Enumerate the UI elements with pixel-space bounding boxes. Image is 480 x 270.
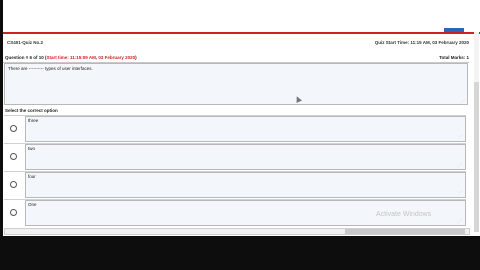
select-option-label: Select the correct option	[5, 108, 58, 113]
resize-handle-icon[interactable]: ⋰	[461, 98, 465, 103]
option-row[interactable]: two ⋰	[4, 143, 466, 170]
bottom-bar	[0, 236, 480, 270]
activate-windows-watermark: Activate Windows	[376, 211, 432, 218]
quiz-title: CS401-Quiz No.2	[7, 40, 44, 45]
answer-text: two	[28, 146, 36, 151]
radio-button[interactable]	[10, 125, 17, 132]
quiz-start-time: Quiz Start Time: 11:15 AM, 03 February 2…	[374, 40, 469, 45]
vertical-scrollbar[interactable]	[474, 32, 479, 232]
question-text: There are ---------- types of user inter…	[8, 66, 93, 71]
option-row[interactable]: four ⋰	[4, 171, 466, 198]
answer-box: three ⋰	[25, 116, 466, 142]
radio-cell[interactable]	[4, 144, 25, 170]
question-bar: Question # 6 of 10 (Start time: 11:15:09…	[3, 54, 469, 63]
horizontal-scroll-thumb[interactable]	[345, 229, 465, 234]
radio-cell[interactable]	[4, 116, 25, 142]
radio-cell[interactable]	[4, 200, 25, 226]
vertical-scroll-thumb[interactable]	[474, 82, 479, 232]
quiz-header: CS401-Quiz No.2 Quiz Start Time: 11:15 A…	[3, 32, 480, 52]
answer-box: four ⋰	[25, 172, 466, 198]
quiz-page: CS401-Quiz No.2 Quiz Start Time: 11:15 A…	[0, 0, 480, 270]
answer-text: four	[28, 174, 36, 179]
resize-handle-icon[interactable]: ⋰	[458, 134, 462, 139]
resize-handle-icon[interactable]: ⋰	[458, 162, 462, 167]
answer-text: One	[28, 202, 37, 207]
horizontal-scrollbar[interactable]	[4, 228, 470, 235]
answer-text: three	[28, 118, 39, 123]
option-row[interactable]: three ⋰	[4, 115, 466, 142]
radio-button[interactable]	[10, 181, 17, 188]
radio-button[interactable]	[10, 209, 17, 216]
top-strip	[3, 0, 480, 32]
question-number: Question # 6 of 10 (Start time: 11:15:09…	[5, 55, 137, 60]
resize-handle-icon[interactable]: ⋰	[458, 190, 462, 195]
question-start-time: Start time: 11:15:09 AM, 03 February 202…	[46, 55, 136, 60]
radio-button[interactable]	[10, 153, 17, 160]
radio-cell[interactable]	[4, 172, 25, 198]
answer-box: two ⋰	[25, 144, 466, 170]
question-text-box: There are ---------- types of user inter…	[4, 63, 468, 105]
total-marks: Total Marks: 1	[439, 55, 469, 60]
resize-handle-icon[interactable]: ⋰	[458, 218, 462, 223]
